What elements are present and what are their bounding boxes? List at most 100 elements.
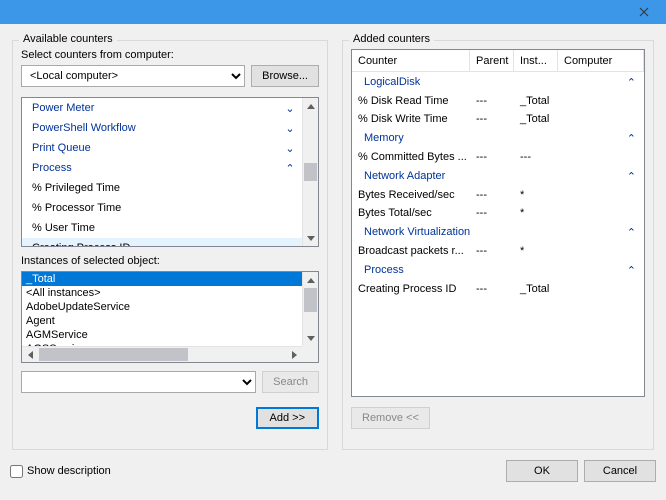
add-button[interactable]: Add >> xyxy=(256,407,319,429)
available-counters-fieldset: Available counters Select counters from … xyxy=(12,40,328,450)
scroll-down-icon[interactable] xyxy=(303,230,318,246)
col-inst[interactable]: Inst... xyxy=(514,50,558,71)
cell-inst: _Total xyxy=(514,113,558,125)
cell-inst: * xyxy=(514,245,558,257)
counter-item[interactable]: % Privileged Time xyxy=(22,178,302,198)
counters-listbox[interactable]: Power Meter⌄ PowerShell Workflow⌄ Print … xyxy=(21,97,319,247)
table-row[interactable]: % Disk Write Time---_Total xyxy=(352,110,644,128)
counter-item[interactable]: % Processor Time xyxy=(22,198,302,218)
ok-button[interactable]: OK xyxy=(506,460,578,482)
cell-parent: --- xyxy=(470,283,514,295)
cell-counter: % Committed Bytes ... xyxy=(352,151,470,163)
cell-inst: _Total xyxy=(514,283,558,295)
category-print-queue[interactable]: Print Queue⌄ xyxy=(22,138,302,158)
instances-label: Instances of selected object: xyxy=(21,255,319,267)
show-description-input[interactable] xyxy=(10,465,23,478)
scroll-left-icon[interactable] xyxy=(22,347,38,363)
category-powershell-workflow[interactable]: PowerShell Workflow⌄ xyxy=(22,118,302,138)
cancel-button[interactable]: Cancel xyxy=(584,460,656,482)
counters-content: Power Meter⌄ PowerShell Workflow⌄ Print … xyxy=(22,98,302,246)
cell-inst: --- xyxy=(514,151,558,163)
instances-content: _Total <All instances> AdobeUpdateServic… xyxy=(22,272,302,346)
added-table: Counter Parent Inst... Computer LogicalD… xyxy=(351,49,645,397)
table-header: Counter Parent Inst... Computer xyxy=(352,50,644,72)
cell-parent: --- xyxy=(470,113,514,125)
scroll-up-icon[interactable] xyxy=(303,272,318,288)
search-row: Search xyxy=(21,371,319,393)
scrollbar-vertical[interactable] xyxy=(302,98,318,246)
cell-counter: % Disk Read Time xyxy=(352,95,470,107)
show-description-checkbox[interactable]: Show description xyxy=(10,465,111,478)
group-row[interactable]: Network Virtualization ⌃ xyxy=(352,222,644,242)
scroll-thumb[interactable] xyxy=(304,288,317,312)
chevron-up-icon: ⌃ xyxy=(627,226,636,239)
cell-counter: Creating Process ID xyxy=(352,283,470,295)
computer-row: <Local computer> Browse... xyxy=(21,65,319,87)
scrollbar-vertical[interactable] xyxy=(302,272,318,346)
table-row[interactable]: Bytes Received/sec---* xyxy=(352,186,644,204)
cell-inst: * xyxy=(514,207,558,219)
cell-parent: --- xyxy=(470,245,514,257)
remove-button[interactable]: Remove << xyxy=(351,407,430,429)
chevron-up-icon: ⌃ xyxy=(284,162,296,175)
table-row[interactable]: % Committed Bytes ...------ xyxy=(352,148,644,166)
browse-button[interactable]: Browse... xyxy=(251,65,319,87)
group-row[interactable]: Memory ⌃ xyxy=(352,128,644,148)
table-row[interactable]: Broadcast packets r...---* xyxy=(352,242,644,260)
instance-item[interactable]: _Total xyxy=(22,272,302,286)
group-row[interactable]: LogicalDisk⌃ xyxy=(352,72,644,92)
category-power-meter[interactable]: Power Meter⌄ xyxy=(22,98,302,118)
scroll-thumb[interactable] xyxy=(39,348,188,361)
category-process[interactable]: Process⌃ xyxy=(22,158,302,178)
instance-item[interactable]: AGMService xyxy=(22,328,302,342)
instance-item[interactable]: AdobeUpdateService xyxy=(22,300,302,314)
col-computer[interactable]: Computer xyxy=(558,50,644,71)
group-row[interactable]: Process⌃ xyxy=(352,260,644,280)
scroll-track[interactable] xyxy=(38,347,286,362)
col-counter[interactable]: Counter xyxy=(352,50,470,71)
left-column: Available counters Select counters from … xyxy=(10,32,330,450)
cell-inst: * xyxy=(514,189,558,201)
footer: Show description OK Cancel xyxy=(10,450,656,482)
cell-parent: --- xyxy=(470,95,514,107)
instance-search-combo[interactable] xyxy=(21,371,256,393)
cell-parent: --- xyxy=(470,189,514,201)
cell-counter: Bytes Received/sec xyxy=(352,189,470,201)
search-button[interactable]: Search xyxy=(262,371,319,393)
instance-item[interactable]: <All instances> xyxy=(22,286,302,300)
counter-item[interactable]: Creating Process ID xyxy=(22,238,302,246)
scroll-up-icon[interactable] xyxy=(303,98,318,114)
chevron-up-icon: ⌃ xyxy=(627,132,636,145)
dialog-body: Available counters Select counters from … xyxy=(0,24,666,500)
table-row[interactable]: Bytes Total/sec---* xyxy=(352,204,644,222)
group-name: Network Adapter xyxy=(364,170,445,182)
cell-inst: _Total xyxy=(514,95,558,107)
instances-listbox[interactable]: _Total <All instances> AdobeUpdateServic… xyxy=(21,271,319,363)
counter-item[interactable]: % User Time xyxy=(22,218,302,238)
chevron-up-icon: ⌃ xyxy=(627,264,636,277)
table-row[interactable]: % Disk Read Time---_Total xyxy=(352,92,644,110)
chevron-down-icon: ⌄ xyxy=(284,102,296,115)
table-row[interactable]: Creating Process ID---_Total xyxy=(352,280,644,298)
scroll-track[interactable] xyxy=(303,114,318,230)
close-button[interactable] xyxy=(622,0,666,24)
dialog-window: Available counters Select counters from … xyxy=(0,0,666,500)
chevron-down-icon: ⌄ xyxy=(284,142,296,155)
scroll-right-icon[interactable] xyxy=(286,347,302,363)
group-name: Network Virtualization xyxy=(364,226,470,238)
select-computer-label: Select counters from computer: xyxy=(21,49,319,61)
instance-item[interactable]: Agent xyxy=(22,314,302,328)
group-name: Memory xyxy=(364,132,404,144)
scroll-track[interactable] xyxy=(303,288,318,330)
columns: Available counters Select counters from … xyxy=(10,32,656,450)
group-row[interactable]: Network Adapter ⌃ xyxy=(352,166,644,186)
available-legend: Available counters xyxy=(19,33,117,45)
scroll-down-icon[interactable] xyxy=(303,330,318,346)
scroll-thumb[interactable] xyxy=(304,163,317,181)
scrollbar-horizontal[interactable] xyxy=(22,346,302,362)
col-parent[interactable]: Parent xyxy=(470,50,514,71)
chevron-up-icon: ⌃ xyxy=(627,170,636,183)
computer-select[interactable]: <Local computer> xyxy=(21,65,245,87)
cell-counter: % Disk Write Time xyxy=(352,113,470,125)
cell-counter: Broadcast packets r... xyxy=(352,245,470,257)
